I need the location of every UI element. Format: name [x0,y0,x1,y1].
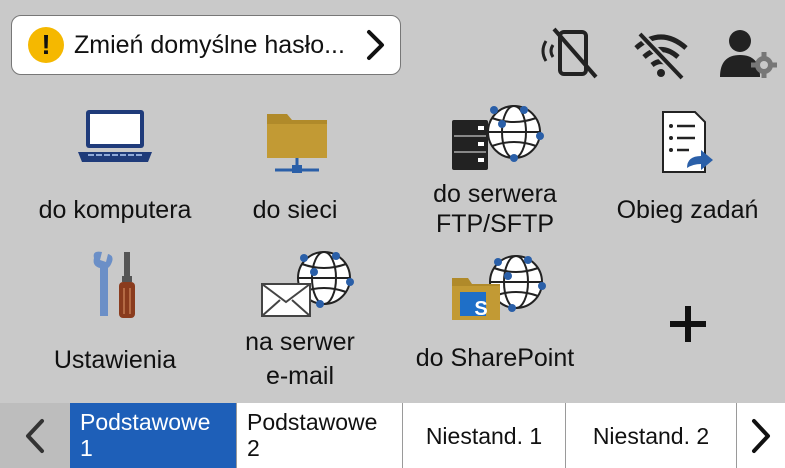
tab-next-button[interactable] [736,403,785,468]
wifi-disabled-icon[interactable] [632,30,690,80]
email-server-icon [261,251,354,317]
chevron-right-icon [367,30,384,60]
alert-text: Zmień domyślne hasło... [74,30,345,59]
laptop-icon [78,110,152,162]
add-shortcut-tile[interactable] [600,250,780,385]
scanner-home-screen: ! Zmień domyślne hasło... do komputera d… [0,0,785,468]
shortcut-tab-bar: Podstawowe 1 Podstawowe 2 Niestand. 1 Ni… [0,403,785,468]
tab-custom-2[interactable]: Niestand. 2 [565,403,736,468]
plus-icon [670,306,706,342]
tab-label: Niestand. 2 [592,423,710,449]
change-password-alert[interactable]: ! Zmień domyślne hasło... [11,15,401,75]
tile-label: do sieci [252,196,338,224]
tile-label: do SharePoint [415,344,575,372]
ftp-server-icon [452,105,544,170]
tab-label-line1: Podstawowe [247,409,378,435]
tab-label-line1: Podstawowe [80,409,211,435]
tile-label-line2: FTP/SFTP [435,210,555,238]
workflow-icon [662,111,713,173]
tile-label: do komputera [38,196,192,224]
tab-label-line2: 2 [247,435,260,461]
tab-label: Niestand. 1 [425,423,543,449]
tab-custom-1[interactable]: Niestand. 1 [402,403,565,468]
tile-to-ftp-server[interactable]: do serwera FTP/SFTP [395,100,595,240]
tab-basic-1[interactable]: Podstawowe 1 [70,403,236,468]
tile-label: Obieg zadań [616,196,759,224]
tile-to-sharepoint[interactable]: S do SharePoint [395,250,595,385]
tab-basic-2[interactable]: Podstawowe 2 [236,403,402,468]
tab-prev-button[interactable] [0,403,70,468]
sharepoint-letter: S [474,298,488,320]
warning-icon: ! [28,27,64,63]
chevron-left-icon [26,418,44,453]
tile-label-line1: do serwera [433,180,557,208]
nfc-disabled-icon[interactable] [538,27,602,79]
user-settings-icon[interactable] [718,27,780,81]
chevron-right-icon [752,418,770,453]
tile-workflow[interactable]: Obieg zadań [595,100,780,235]
tab-label-line2: 1 [80,435,93,461]
tile-to-email-server[interactable]: na serwer e-mail [210,250,390,390]
tile-settings[interactable]: Ustawienia [20,250,210,385]
network-folder-icon [267,114,327,173]
sharepoint-icon [452,255,546,320]
tile-to-computer[interactable]: do komputera [20,100,210,235]
tile-label-line1: na serwer [245,328,355,356]
tile-label: Ustawienia [53,346,177,374]
tools-icon [93,251,135,318]
tile-to-network[interactable]: do sieci [210,100,380,235]
tile-label-line2: e-mail [265,362,335,390]
